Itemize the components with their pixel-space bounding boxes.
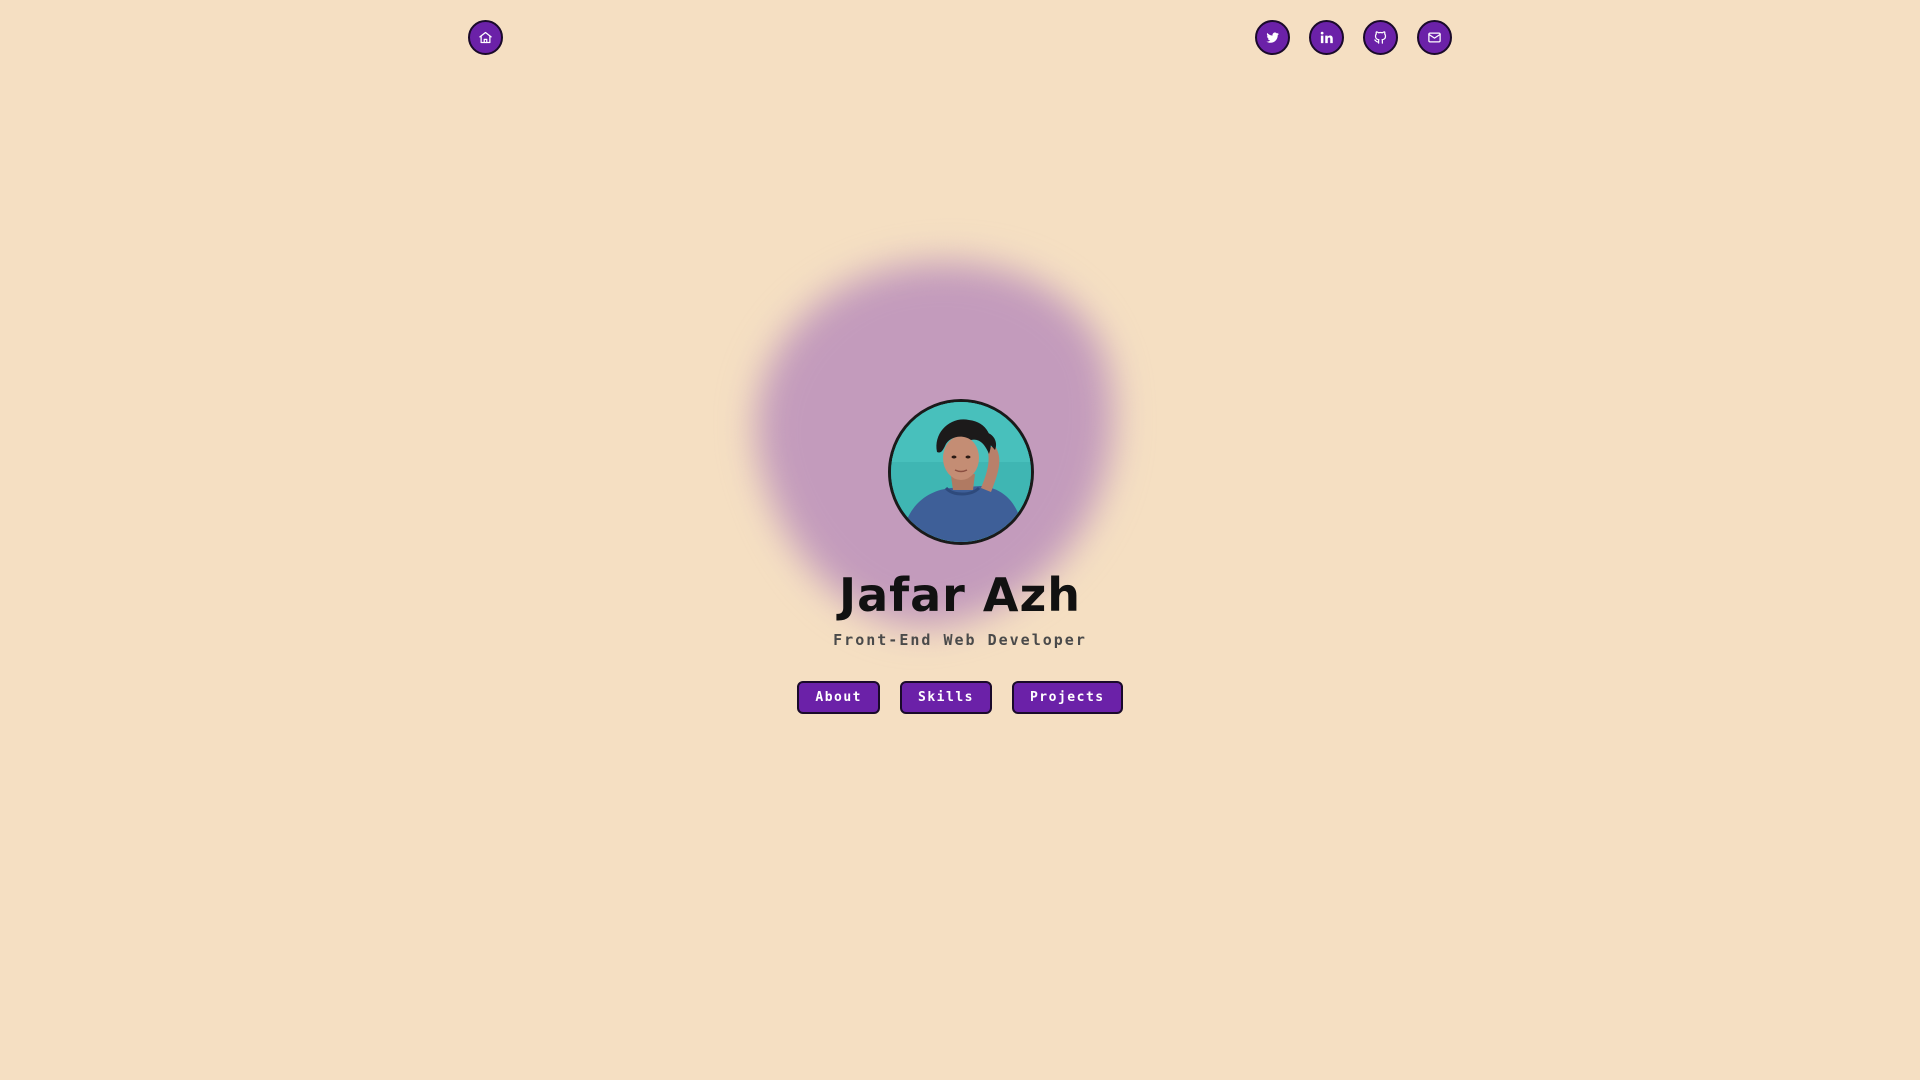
github-icon bbox=[1373, 30, 1388, 45]
section-nav: About Skills Projects bbox=[0, 681, 1920, 714]
skills-button[interactable]: Skills bbox=[900, 681, 992, 714]
profile-role: Front-End Web Developer bbox=[833, 631, 1087, 649]
home-icon bbox=[478, 30, 493, 45]
linkedin-icon bbox=[1319, 30, 1334, 45]
twitter-link[interactable] bbox=[1255, 20, 1290, 55]
github-link[interactable] bbox=[1363, 20, 1398, 55]
projects-button[interactable]: Projects bbox=[1011, 681, 1123, 714]
profile-photo bbox=[891, 402, 1031, 542]
landing-page: Jafar Azh Front-End Web Developer About … bbox=[0, 0, 1920, 1080]
mail-icon bbox=[1427, 30, 1442, 45]
email-link[interactable] bbox=[1417, 20, 1452, 55]
linkedin-link[interactable] bbox=[1309, 20, 1344, 55]
home-button[interactable] bbox=[468, 20, 503, 55]
twitter-icon bbox=[1265, 30, 1280, 45]
about-button[interactable]: About bbox=[797, 681, 881, 714]
avatar bbox=[888, 399, 1034, 545]
profile-name: Jafar Azh bbox=[838, 568, 1082, 622]
